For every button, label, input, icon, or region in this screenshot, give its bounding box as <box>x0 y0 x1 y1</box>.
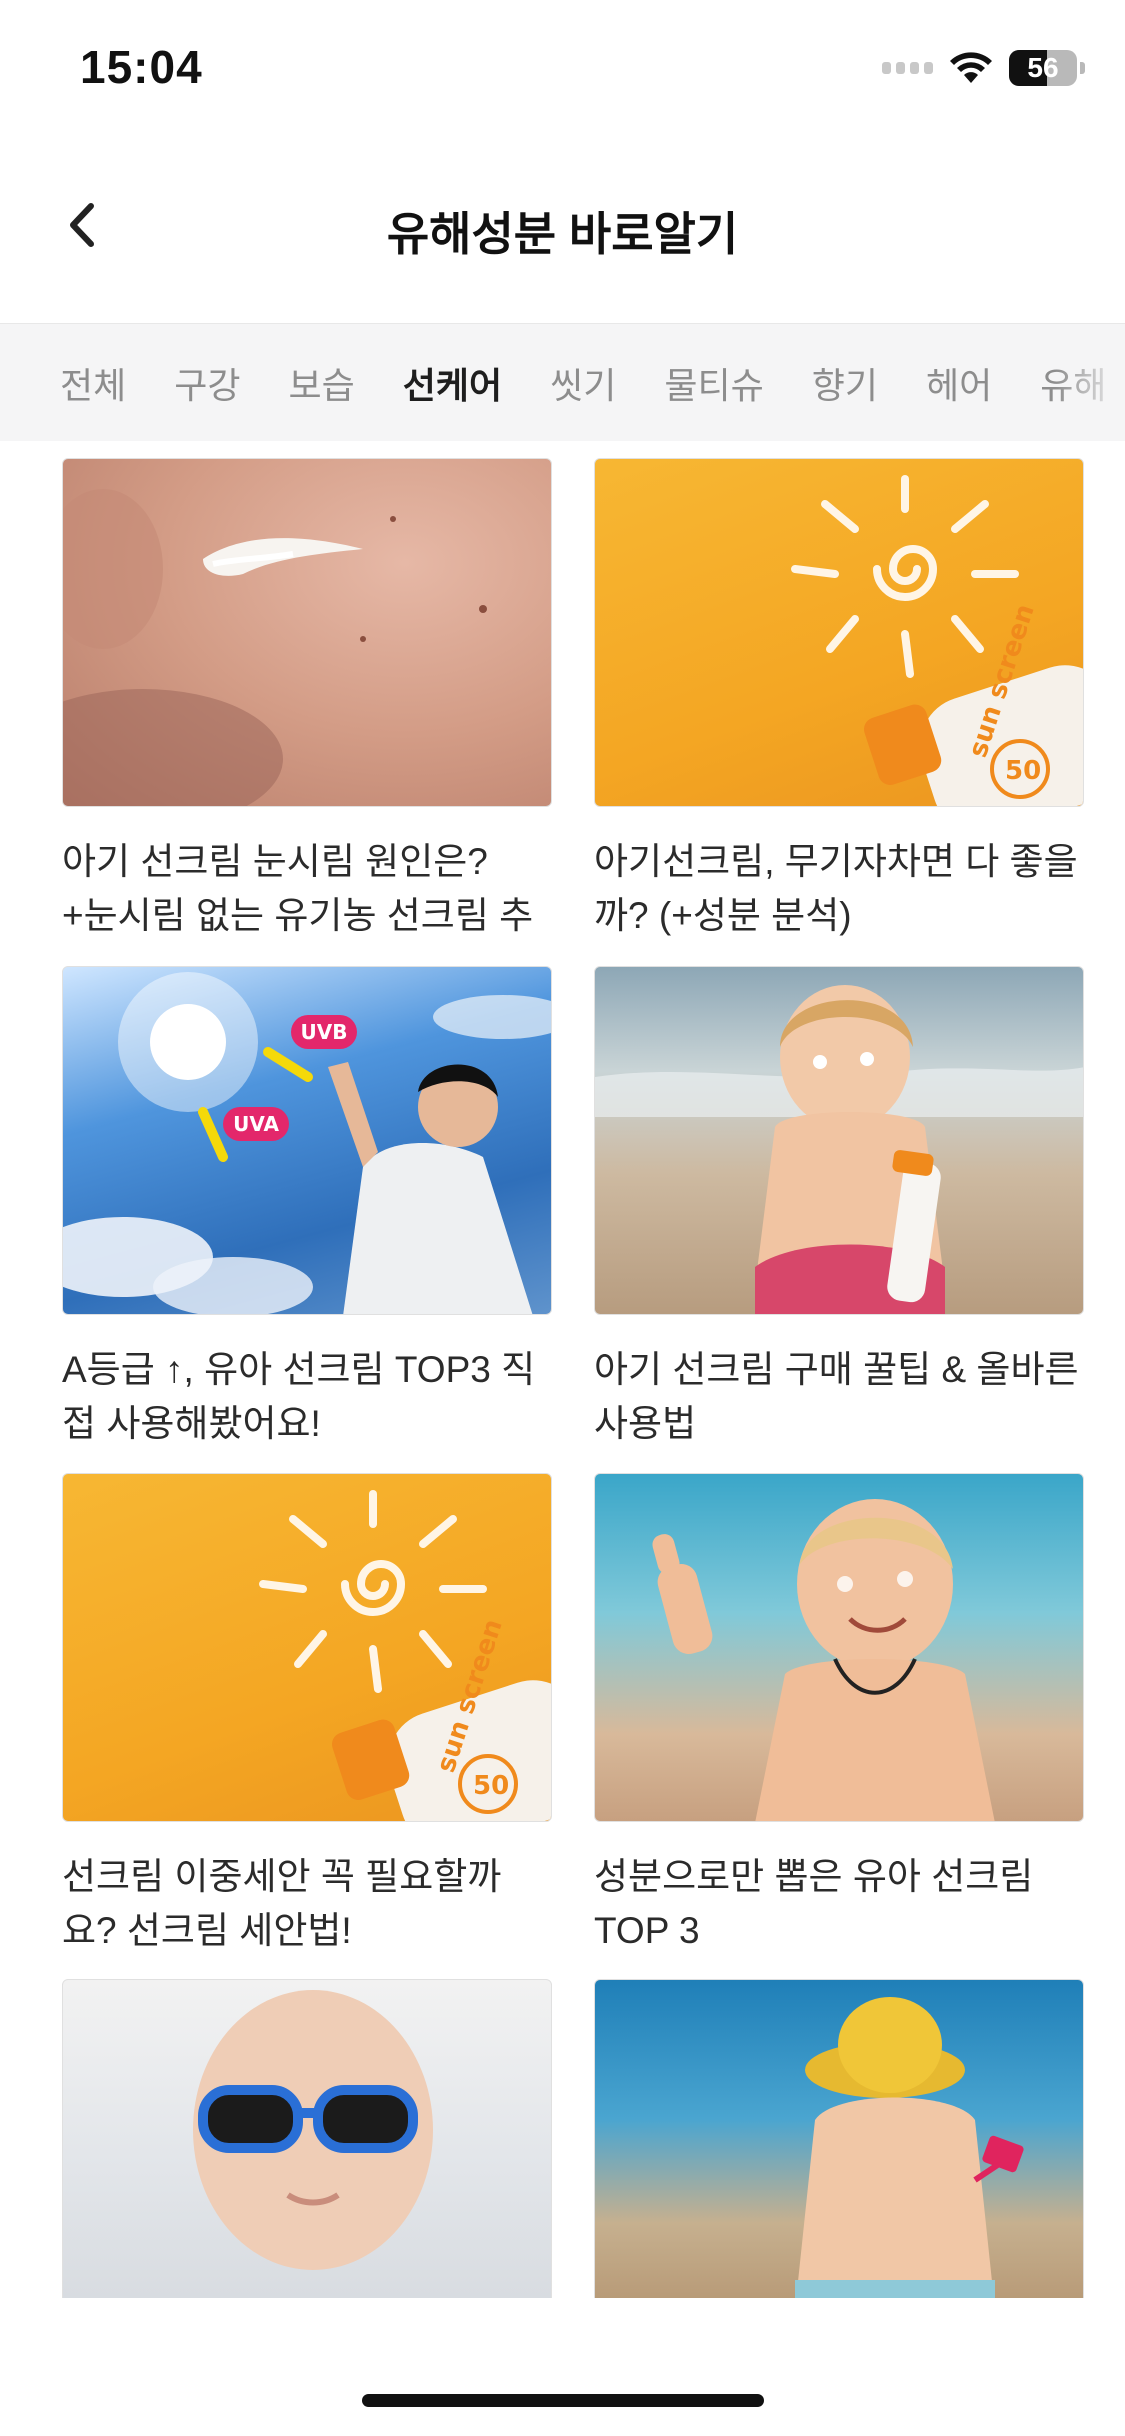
status-icons: 56 <box>882 48 1085 88</box>
uva-label: UVA <box>233 1112 279 1136</box>
uvb-label: UVB <box>301 1020 348 1044</box>
category-tab-bar: 전체구강보습선케어씻기물티슈향기헤어유해 <box>0 323 1125 441</box>
card-title: 아기 선크림 구매 꿀팁 & 올바른 사용법 <box>594 1349 1079 1444</box>
card-image-baby-sunglasses <box>62 1979 552 2298</box>
tab-3[interactable]: 선케어 <box>403 357 502 409</box>
spf-label: 50 <box>473 1771 509 1801</box>
article-card[interactable]: 아기 선크림 구매 꿀팁 & 올바른 사용법 <box>594 966 1084 1451</box>
tab-list: 전체구강보습선케어씻기물티슈향기헤어유해 <box>0 324 1125 441</box>
card-title: A등급 ↑, 유아 선크림 TOP3 직접 사용해봤어요! <box>62 1349 536 1444</box>
article-card[interactable] <box>594 1979 1084 2298</box>
page-title: 유해성분 바로알기 <box>386 208 739 260</box>
article-card[interactable]: sun screen 50 아기선크림, 무기자차면 다 좋을까? (+성분 분… <box>594 458 1084 943</box>
article-grid: 아기 선크림 눈시림 원인은? +눈시림 없는 유기농 선크림 추천 <box>62 458 1084 2298</box>
card-image-baby-beach <box>594 966 1084 1315</box>
tab-4[interactable]: 씻기 <box>550 357 616 409</box>
tab-7[interactable]: 헤어 <box>926 357 992 409</box>
tab-2[interactable]: 보습 <box>289 357 355 409</box>
card-title: 선크림 이중세안 꼭 필요할까요? 선크림 세안법! <box>62 1856 502 1951</box>
battery-icon: 56 <box>1009 50 1077 86</box>
status-time: 15:04 <box>80 41 203 93</box>
status-bar: 15:04 56 <box>0 0 1125 140</box>
card-title: 아기 선크림 눈시림 원인은? +눈시림 없는 유기농 선크림 추천 <box>62 841 534 936</box>
card-image-sunscreen-sun: sun screen 50 <box>594 458 1084 807</box>
home-indicator[interactable] <box>362 2394 764 2407</box>
card-image-sunscreen-sun: sun screen 50 <box>62 1473 552 1822</box>
article-card[interactable]: UVB UVA A등급 ↑, 유아 선크림 TOP3 직접 사용해봤어요! <box>62 966 552 1451</box>
nav-header: 유해성분 바로알기 <box>0 160 1125 290</box>
tab-6[interactable]: 향기 <box>812 357 878 409</box>
wifi-icon <box>950 52 992 83</box>
tab-0[interactable]: 전체 <box>60 357 126 409</box>
tab-1[interactable]: 구강 <box>174 357 240 409</box>
tab-5[interactable]: 물티슈 <box>664 357 763 409</box>
card-image-skin-cream <box>62 458 552 807</box>
card-title: 성분으로만 뽑은 유아 선크림 TOP 3 <box>594 1856 1034 1951</box>
card-image-uv-rays: UVB UVA <box>62 966 552 1315</box>
battery-cap <box>1080 62 1085 74</box>
cellular-signal-icon <box>882 62 933 74</box>
tab-fade <box>1055 324 1125 441</box>
spf-label: 50 <box>1005 756 1041 786</box>
card-title: 아기선크림, 무기자차면 다 좋을까? (+성분 분석) <box>594 841 1078 936</box>
card-image-baby-straw-hat <box>594 1979 1084 2298</box>
article-card[interactable] <box>62 1979 552 2298</box>
article-card[interactable]: 성분으로만 뽑은 유아 선크림 TOP 3 <box>594 1473 1084 1958</box>
article-card[interactable]: sun screen 50 선크림 이중세안 꼭 필요할까요? 선크림 세안법! <box>62 1473 552 1958</box>
article-card[interactable]: 아기 선크림 눈시림 원인은? +눈시림 없는 유기농 선크림 추천 <box>62 458 552 943</box>
battery-percent: 56 <box>1027 52 1059 83</box>
card-image-baby-thumbs-up <box>594 1473 1084 1822</box>
